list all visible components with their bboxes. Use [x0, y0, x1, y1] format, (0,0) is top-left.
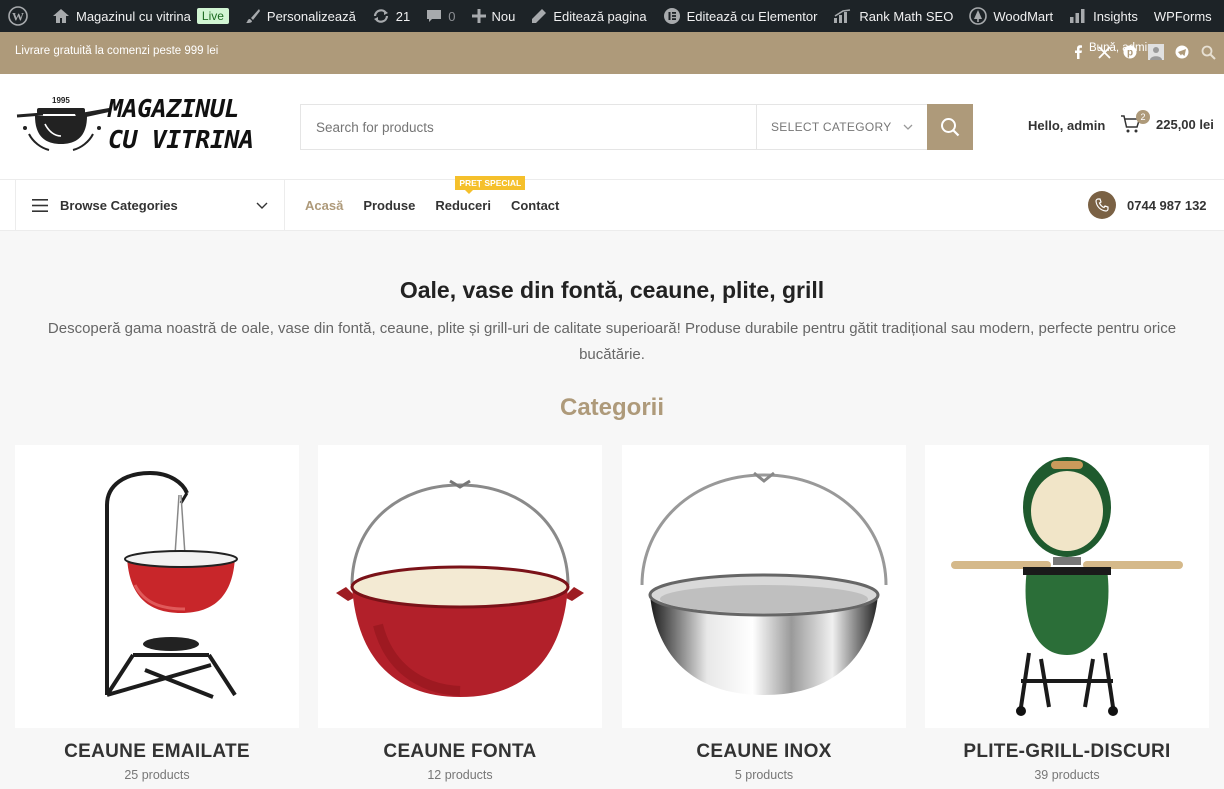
- woodmart-icon: [969, 7, 988, 25]
- logo-line-2: CU VITRINA: [108, 125, 254, 154]
- stainless-cauldron-image: [640, 471, 888, 695]
- menu: Acasă Produse PREȚ SPECIAL Reduceri Cont…: [305, 176, 559, 231]
- edit-page-link[interactable]: Editează pagina: [523, 0, 654, 32]
- cart-count-badge: 2: [1136, 110, 1150, 124]
- category-card-ceaune-emailate[interactable]: [15, 445, 299, 728]
- category-select[interactable]: SELECT CATEGORY: [756, 105, 927, 149]
- kamado-grill-image: [951, 457, 1183, 716]
- refresh-icon: [373, 9, 388, 23]
- brush-icon: [245, 9, 260, 23]
- pinterest-icon[interactable]: p: [1122, 44, 1138, 60]
- category-count: 39 products: [1034, 768, 1100, 782]
- search-icon: [941, 118, 960, 137]
- cart-link[interactable]: 2 225,00 lei: [1120, 110, 1214, 134]
- menu-item-produse[interactable]: Produse: [363, 198, 415, 213]
- site-header: 1995 MAGAZINUL CU VITRINA SELECT CATEGOR…: [0, 74, 1224, 180]
- woodmart-label: WoodMart: [993, 8, 1054, 24]
- category-count: 12 products: [427, 768, 493, 782]
- hamburger-icon: [32, 199, 48, 212]
- edit-elementor-label: Editează cu Elementor: [686, 8, 818, 24]
- customize-link[interactable]: Personalizează: [237, 0, 364, 32]
- category-card-plite-grill-discuri[interactable]: [925, 445, 1209, 728]
- chevron-down-icon: [256, 202, 268, 209]
- insights-label: Insights: [1093, 8, 1138, 24]
- category-count: 25 products: [124, 768, 190, 782]
- category-select-label: SELECT CATEGORY: [771, 120, 892, 134]
- insights-icon: [1070, 9, 1085, 23]
- x-icon[interactable]: [1096, 44, 1112, 60]
- cast-iron-cauldron-image: [336, 479, 584, 697]
- admin-site-link[interactable]: Magazinul cu vitrina Live: [44, 0, 237, 32]
- updates-count: 21: [395, 8, 411, 24]
- menu-item-reduceri-label: Reduceri: [435, 198, 491, 213]
- browse-categories-label: Browse Categories: [60, 198, 178, 213]
- insights-link[interactable]: Insights: [1061, 0, 1146, 32]
- page-description: Descoperă gama noastră de oale, vase din…: [47, 320, 1177, 363]
- site-logo[interactable]: 1995 MAGAZINUL CU VITRINA: [15, 94, 263, 158]
- wpforms-label: WPForms: [1153, 8, 1212, 24]
- promo-bar: Livrare gratuită la comenzi peste 999 le…: [0, 32, 1224, 74]
- search-bar: SELECT CATEGORY: [300, 104, 973, 150]
- category-name[interactable]: CEAUNE FONTA: [318, 741, 602, 763]
- elementor-icon: [663, 8, 680, 24]
- chevron-down-icon: [903, 124, 913, 130]
- facebook-icon[interactable]: [1070, 44, 1086, 60]
- phone-link[interactable]: 0744 987 132: [1088, 191, 1207, 219]
- admin-bar: W Magazinul cu vitrina Live Personalizea…: [0, 0, 1224, 32]
- category-name[interactable]: CEAUNE INOX: [622, 741, 906, 763]
- woodmart-link[interactable]: WoodMart: [961, 0, 1061, 32]
- menu-item-contact[interactable]: Contact: [511, 198, 559, 213]
- svg-text:W: W: [12, 10, 24, 24]
- updates-link[interactable]: 21: [364, 0, 418, 32]
- pencil-icon: [532, 9, 547, 23]
- comment-icon: [427, 10, 442, 22]
- special-price-badge: PREȚ SPECIAL: [455, 176, 526, 194]
- avatar[interactable]: [1148, 44, 1164, 60]
- edit-elementor-link[interactable]: Editează cu Elementor: [655, 0, 826, 32]
- category-count: 5 products: [734, 768, 794, 782]
- menu-item-reduceri[interactable]: PREȚ SPECIAL Reduceri: [435, 176, 526, 213]
- main-navigation: Browse Categories Acasă Produse PREȚ SPE…: [0, 176, 1224, 231]
- live-badge: Live: [196, 8, 229, 24]
- new-label: Nou: [491, 8, 516, 24]
- phone-icon: [1088, 191, 1116, 219]
- page-title: Oale, vase din fontă, ceaune, plite, gri…: [399, 277, 825, 303]
- home-icon: [53, 9, 69, 23]
- free-shipping-text: Livrare gratuită la comenzi peste 999 le…: [15, 45, 219, 57]
- comments-count: 0: [448, 8, 456, 24]
- rank-math-link[interactable]: Rank Math SEO: [825, 0, 961, 32]
- new-link[interactable]: Nou: [464, 0, 524, 32]
- browse-categories-button[interactable]: Browse Categories: [15, 180, 285, 231]
- plus-icon: [471, 9, 486, 23]
- categories-heading: Categorii: [559, 394, 664, 421]
- phone-number: 0744 987 132: [1127, 197, 1207, 213]
- search-button[interactable]: [927, 104, 973, 150]
- rank-math-icon: [834, 9, 851, 23]
- enamel-cauldron-image: [105, 470, 238, 699]
- svg-text:p: p: [1127, 48, 1133, 59]
- category-name[interactable]: CEAUNE EMAILATE: [15, 741, 299, 763]
- category-name[interactable]: PLITE-GRILL-DISCURI: [925, 741, 1209, 763]
- admin-site-name: Magazinul cu vitrina: [76, 8, 191, 24]
- category-card-ceaune-fonta[interactable]: [318, 445, 602, 728]
- social-links: p: [1070, 40, 1216, 64]
- customize-label: Personalizează: [266, 8, 356, 24]
- search-input[interactable]: [301, 105, 756, 149]
- menu-item-acasa[interactable]: Acasă: [305, 198, 343, 213]
- logo-line-1: MAGAZINUL: [108, 94, 239, 123]
- edit-page-label: Editează pagina: [553, 8, 647, 24]
- cart-total: 225,00 lei: [1156, 116, 1214, 132]
- comments-link[interactable]: 0: [418, 0, 463, 32]
- account-link[interactable]: Hello, admin: [1028, 118, 1105, 133]
- admin-search-icon[interactable]: [1200, 44, 1216, 60]
- wpforms-link[interactable]: WPForms: [1146, 0, 1220, 32]
- wordpress-logo-icon[interactable]: W: [0, 0, 44, 32]
- logo-year: 1995: [52, 96, 70, 105]
- category-card-ceaune-inox[interactable]: [622, 445, 906, 728]
- rank-math-label: Rank Math SEO: [859, 8, 954, 24]
- telegram-icon[interactable]: [1174, 44, 1190, 60]
